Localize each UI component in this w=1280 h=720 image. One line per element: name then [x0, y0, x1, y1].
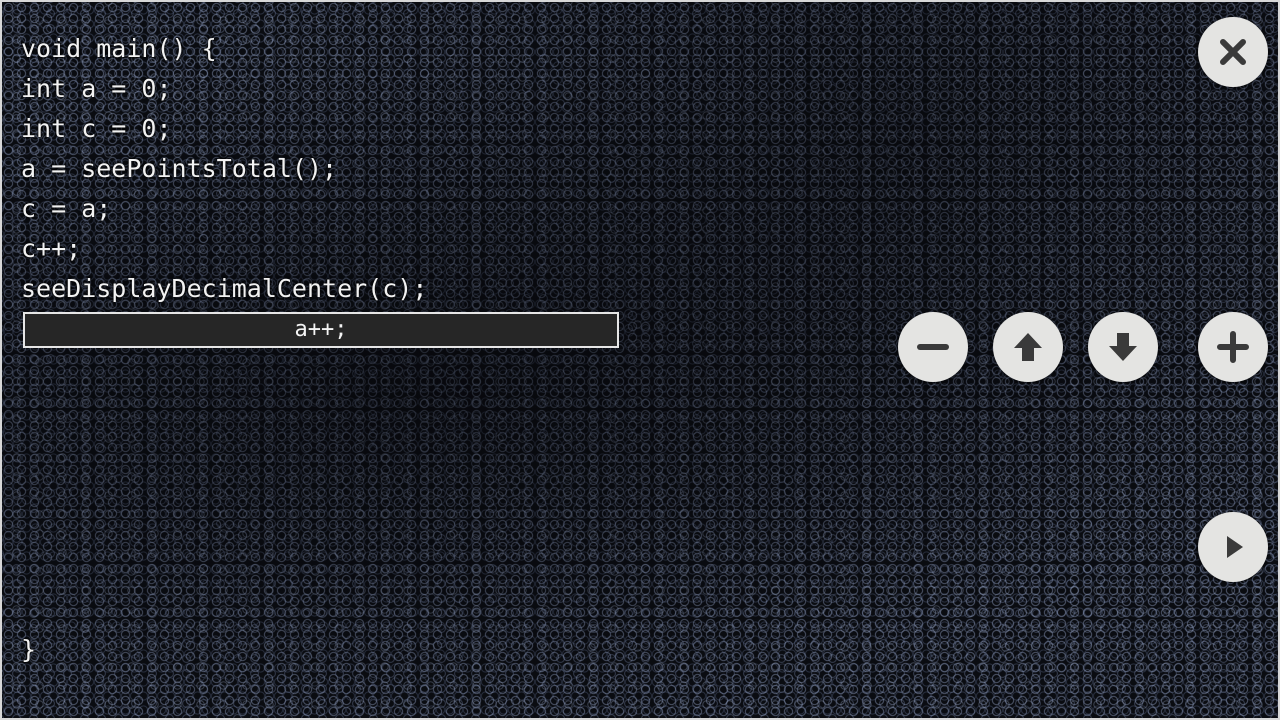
selected-code-line[interactable]: a++;	[23, 312, 619, 348]
code-line-1[interactable]: void main() {	[21, 34, 217, 64]
plus-icon	[1217, 331, 1249, 363]
run-button[interactable]	[1198, 512, 1268, 582]
add-line-button[interactable]	[1198, 312, 1268, 382]
code-line-3[interactable]: int c = 0;	[21, 114, 172, 144]
close-icon	[1220, 39, 1246, 65]
play-icon	[1227, 536, 1243, 558]
code-line-5[interactable]: c = a;	[21, 194, 111, 224]
minus-icon	[917, 344, 949, 350]
arrow-down-icon	[1109, 333, 1137, 361]
background-texture	[2, 2, 1278, 718]
move-up-button[interactable]	[993, 312, 1063, 382]
move-down-button[interactable]	[1088, 312, 1158, 382]
code-line-2[interactable]: int a = 0;	[21, 74, 172, 104]
code-editor-screen: void main() { int a = 0; int c = 0; a = …	[0, 0, 1280, 720]
close-button[interactable]	[1198, 17, 1268, 87]
arrow-up-icon	[1014, 333, 1042, 361]
code-line-4[interactable]: a = seePointsTotal();	[21, 154, 337, 184]
code-line-6[interactable]: c++;	[21, 234, 81, 264]
remove-line-button[interactable]	[898, 312, 968, 382]
closing-brace-line[interactable]: }	[21, 635, 36, 665]
code-line-7[interactable]: seeDisplayDecimalCenter(c);	[21, 274, 427, 304]
